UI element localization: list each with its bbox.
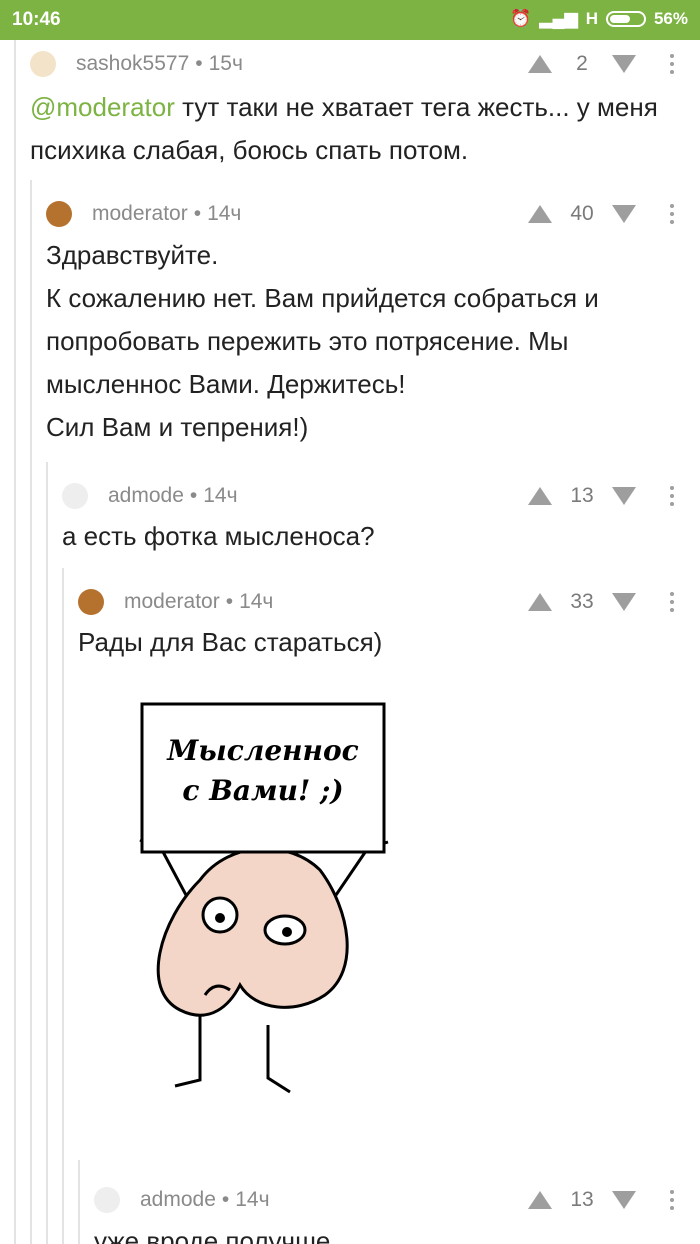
thread-line <box>62 568 64 1244</box>
more-options-icon[interactable] <box>660 1190 684 1210</box>
vote-controls: 40 <box>528 194 684 234</box>
thread-line <box>14 40 16 1244</box>
comment-body: Здравствуйте. К сожалению нет. Вам прийд… <box>46 240 599 442</box>
status-icons: ⏰ ▂▄▆ H 56% <box>510 9 688 29</box>
battery-level: 56% <box>653 9 688 28</box>
avatar[interactable] <box>30 51 56 77</box>
comment-author[interactable]: moderator <box>92 202 188 226</box>
comment-age: 14ч <box>207 202 242 225</box>
more-options-icon[interactable] <box>660 486 684 506</box>
comment-header: moderator • 14ч <box>78 582 273 622</box>
vote-controls: 13 <box>528 1180 684 1220</box>
thread-line <box>46 462 48 1244</box>
comment-body: уже вроде получше <box>94 1226 331 1244</box>
upvote-icon[interactable] <box>528 593 552 611</box>
comment-author[interactable]: admode <box>108 484 184 508</box>
comment-age: 14ч <box>235 1188 270 1211</box>
upvote-icon[interactable] <box>528 55 552 73</box>
separator-dot: • <box>195 52 203 75</box>
network-type: H <box>585 9 598 28</box>
avatar[interactable] <box>46 201 72 227</box>
comment-header: sashok5577 • 15ч <box>30 44 243 84</box>
more-options-icon[interactable] <box>660 204 684 224</box>
comment-body: а есть фотка мысленоса? <box>62 521 375 551</box>
upvote-icon[interactable] <box>528 205 552 223</box>
alarm-icon: ⏰ <box>510 9 532 28</box>
comment-score: 2 <box>576 52 588 75</box>
vote-controls: 13 <box>528 476 684 516</box>
downvote-icon[interactable] <box>612 1191 636 1209</box>
comment-score: 40 <box>570 202 594 225</box>
avatar[interactable] <box>78 589 104 615</box>
comment-score: 13 <box>570 1188 594 1211</box>
upvote-icon[interactable] <box>528 1191 552 1209</box>
separator-dot: • <box>221 1188 230 1211</box>
comment-text: @moderator тут таки не хватает тега жест… <box>30 86 680 172</box>
separator-dot: • <box>189 484 198 507</box>
more-options-icon[interactable] <box>660 54 684 74</box>
comment-score: 13 <box>570 484 594 507</box>
sign-text-line1: Мысленнос <box>166 734 358 767</box>
comment-body: Рады для Вас стараться) <box>78 627 383 657</box>
thread-line <box>78 1160 80 1244</box>
status-time: 10:46 <box>12 9 61 30</box>
comment-header: admode • 14ч <box>62 476 238 516</box>
sign-text-line2: с Вами! ;) <box>182 774 343 807</box>
comment-score: 33 <box>570 590 594 613</box>
vote-controls: 33 <box>528 582 684 622</box>
comment-author[interactable]: moderator <box>124 590 220 614</box>
separator-dot: • <box>225 590 234 613</box>
comment-author[interactable]: sashok5577 <box>76 52 189 76</box>
comment-author[interactable]: admode <box>140 1188 216 1212</box>
comment-header: moderator • 14ч <box>46 194 241 234</box>
vote-controls: 2 <box>528 44 684 84</box>
comment-image[interactable]: Мысленнос с Вами! ;) <box>120 690 410 1110</box>
upvote-icon[interactable] <box>528 487 552 505</box>
downvote-icon[interactable] <box>612 487 636 505</box>
status-bar: 10:46 ⏰ ▂▄▆ H 56% <box>0 0 700 40</box>
separator-dot: • <box>193 202 202 225</box>
user-mention[interactable]: @moderator <box>30 92 175 122</box>
comment-age: 14ч <box>203 484 238 507</box>
downvote-icon[interactable] <box>612 593 636 611</box>
downvote-icon[interactable] <box>612 55 636 73</box>
more-options-icon[interactable] <box>660 592 684 612</box>
comment-header: admode • 14ч <box>94 1180 270 1220</box>
avatar[interactable] <box>94 1187 120 1213</box>
downvote-icon[interactable] <box>612 205 636 223</box>
thread-line <box>30 180 32 1244</box>
signal-icon: ▂▄▆ <box>539 9 578 28</box>
comment-age: 15ч <box>208 52 243 75</box>
avatar[interactable] <box>62 483 88 509</box>
battery-icon <box>605 11 646 27</box>
comment-age: 14ч <box>239 590 274 613</box>
